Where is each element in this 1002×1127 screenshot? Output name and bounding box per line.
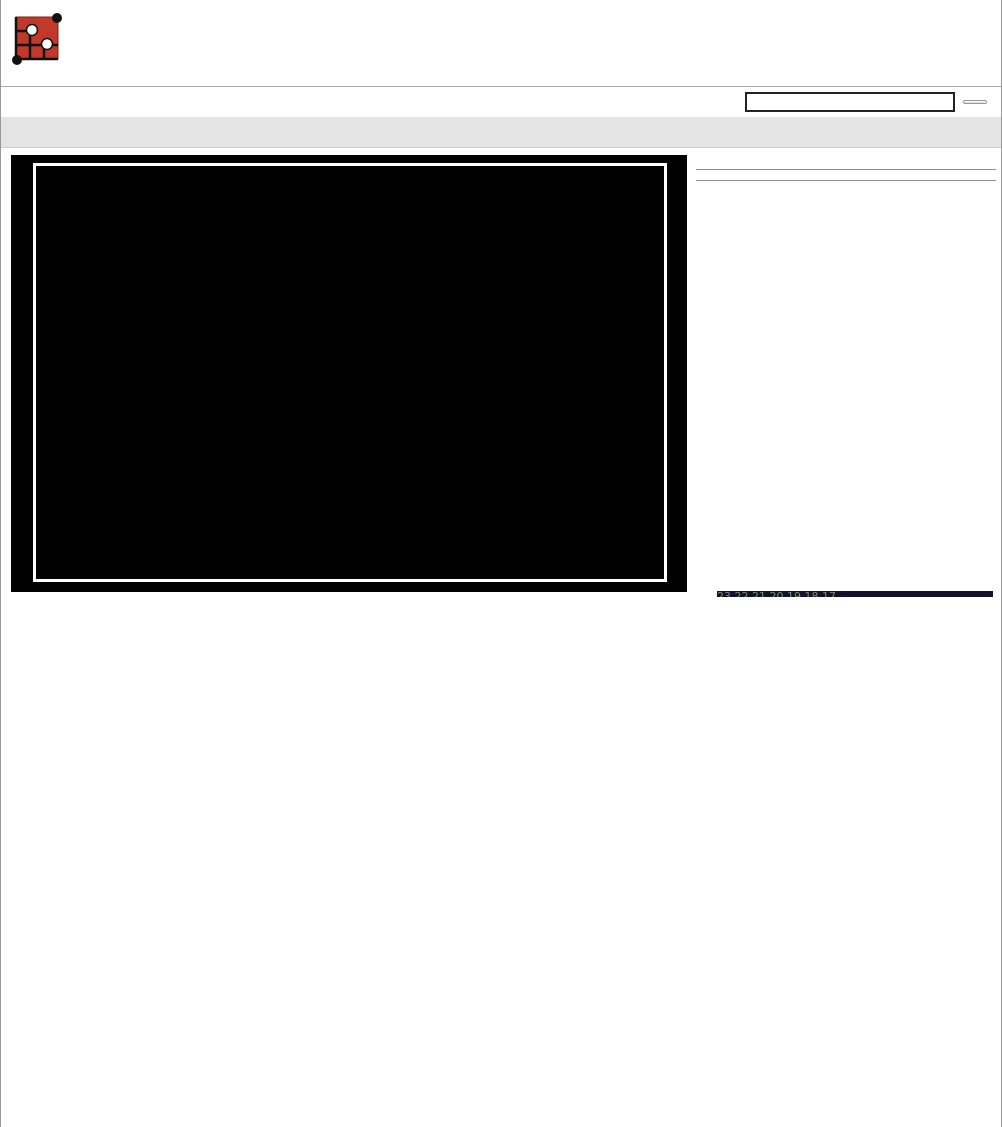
astrometry-page: 23 22 21 20 19 18 17 <box>0 0 1002 1127</box>
allsky-location-map <box>717 205 973 330</box>
search-input[interactable] <box>745 92 955 112</box>
astrometry-logo-icon <box>7 8 65 75</box>
divider <box>696 169 996 170</box>
main-nav <box>1 86 1001 118</box>
next-map-sliver: 23 22 21 20 19 18 17 <box>717 591 993 597</box>
constellation-zoom-map <box>717 337 993 590</box>
annotation-circles <box>11 155 687 592</box>
divider <box>696 180 996 181</box>
astrometry-logo[interactable] <box>7 8 67 75</box>
sidebar: 23 22 21 20 19 18 17 <box>696 160 996 597</box>
annotated-sky-image[interactable] <box>11 155 687 592</box>
search-button[interactable] <box>963 100 987 104</box>
breadcrumb <box>1 117 1001 148</box>
nav-search-area <box>1 87 1001 117</box>
